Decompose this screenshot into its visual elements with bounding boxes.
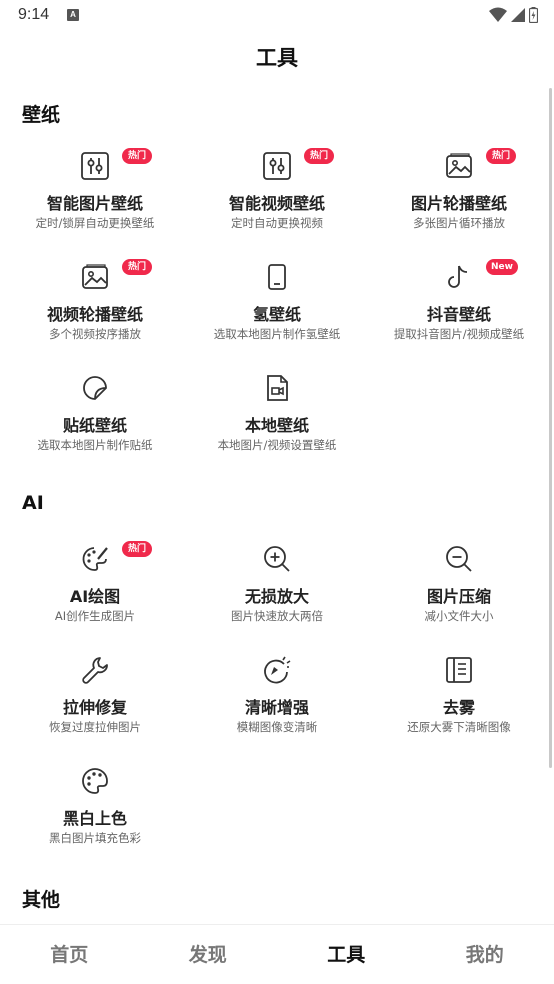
tool-name: 贴纸壁纸	[62, 416, 127, 435]
tool-local-wallpaper[interactable]: 本地壁纸 本地图片/视频设置壁纸	[185, 373, 369, 473]
status-time: 9:14	[18, 6, 50, 23]
battery-icon	[529, 7, 538, 23]
tool-bw-colorize[interactable]: 黑白上色 黑白图片填充色彩	[3, 766, 187, 866]
tool-desc: 多个视频按序播放	[49, 327, 141, 341]
tab-discover[interactable]: 发现	[139, 925, 278, 984]
tiktok-icon	[444, 262, 474, 292]
tool-desc: 提取抖音图片/视频成壁纸	[393, 327, 525, 341]
tab-tools[interactable]: 工具	[277, 925, 416, 984]
tools-scroll-area[interactable]: 壁纸 热门 智能图片壁纸 定时/锁屏自动更换壁纸 热门 智能视频壁纸 定时自动更…	[0, 86, 554, 924]
tool-video-carousel-wallpaper[interactable]: 热门 视频轮播壁纸 多个视频按序播放	[3, 259, 187, 362]
tool-name: 图片压缩	[426, 587, 491, 606]
tool-desc: 还原大雾下清晰图像	[407, 720, 511, 734]
wrench-icon	[80, 655, 110, 685]
tool-image-carousel-wallpaper[interactable]: 热门 图片轮播壁纸 多张图片循环播放	[367, 148, 551, 251]
tool-name: 抖音壁纸	[426, 305, 491, 324]
section-title-wallpaper: 壁纸	[22, 104, 61, 126]
tool-name: 去雾	[442, 698, 475, 717]
sliders-icon	[262, 151, 292, 181]
local-file-icon	[262, 373, 292, 403]
tool-douyin-wallpaper[interactable]: New 抖音壁纸 提取抖音图片/视频成壁纸	[367, 259, 551, 362]
scrollbar[interactable]	[549, 88, 552, 768]
tool-name: 视频轮播壁纸	[46, 305, 143, 324]
tool-dehaze[interactable]: 去雾 还原大雾下清晰图像	[367, 655, 551, 755]
dehaze-icon	[444, 655, 474, 685]
status-bar: 9:14 A	[0, 0, 554, 32]
tool-clarity-enhance[interactable]: 清晰增强 模糊图像变清晰	[185, 655, 369, 755]
tool-name: 拉伸修复	[62, 698, 127, 717]
hot-badge: 热门	[122, 259, 152, 275]
hot-badge: 热门	[122, 541, 152, 557]
tool-desc: 本地图片/视频设置壁纸	[217, 438, 337, 452]
tool-smart-video-wallpaper[interactable]: 热门 智能视频壁纸 定时自动更换视频	[185, 148, 369, 251]
tool-desc: AI创作生成图片	[54, 609, 136, 623]
tool-desc: 减小文件大小	[424, 609, 494, 623]
notification-icon: A	[67, 9, 79, 21]
page-title: 工具	[256, 46, 298, 70]
tool-name: 无损放大	[244, 587, 309, 606]
tab-home[interactable]: 首页	[0, 925, 139, 984]
tool-name: 氢壁纸	[252, 305, 301, 324]
tool-desc: 黑白图片填充色彩	[49, 831, 141, 845]
image-stack-icon	[80, 262, 110, 292]
tool-name: 图片轮播壁纸	[410, 194, 507, 213]
tool-stretch-repair[interactable]: 拉伸修复 恢复过度拉伸图片	[3, 655, 187, 755]
tool-desc: 模糊图像变清晰	[236, 720, 318, 734]
zoom-in-icon	[262, 544, 292, 574]
tool-desc: 选取本地图片制作氢壁纸	[213, 327, 341, 341]
tool-hydrogen-wallpaper[interactable]: 氢壁纸 选取本地图片制作氢壁纸	[185, 262, 369, 362]
status-icons	[489, 7, 538, 23]
phone-icon	[262, 262, 292, 292]
tool-desc: 图片快速放大两倍	[231, 609, 323, 623]
image-stack-icon	[444, 151, 474, 181]
tab-mine[interactable]: 我的	[416, 925, 554, 984]
new-badge: New	[486, 259, 518, 275]
sticker-icon	[80, 373, 110, 403]
palette-icon	[80, 766, 110, 796]
tool-desc: 多张图片循环播放	[413, 216, 505, 230]
wifi-icon	[489, 7, 507, 22]
tool-desc: 恢复过度拉伸图片	[49, 720, 141, 734]
signal-icon	[511, 8, 525, 22]
tool-desc: 选取本地图片制作贴纸	[37, 438, 153, 452]
enhance-icon	[262, 655, 292, 685]
palette-brush-icon	[80, 544, 110, 574]
hot-badge: 热门	[122, 148, 152, 164]
tool-name: 智能图片壁纸	[46, 194, 143, 213]
tool-smart-image-wallpaper[interactable]: 热门 智能图片壁纸 定时/锁屏自动更换壁纸	[3, 148, 187, 251]
tool-image-compress[interactable]: 图片压缩 减小文件大小	[367, 544, 551, 644]
tool-ai-drawing[interactable]: 热门 AI绘图 AI创作生成图片	[3, 541, 187, 644]
hot-badge: 热门	[304, 148, 334, 164]
tool-desc: 定时/锁屏自动更换壁纸	[35, 216, 155, 230]
tool-name: AI绘图	[69, 587, 121, 606]
tool-desc: 定时自动更换视频	[231, 216, 323, 230]
tool-sticker-wallpaper[interactable]: 贴纸壁纸 选取本地图片制作贴纸	[3, 373, 187, 473]
tool-lossless-upscale[interactable]: 无损放大 图片快速放大两倍	[185, 544, 369, 644]
bottom-nav: 首页 发现 工具 我的	[0, 924, 554, 984]
tool-name: 本地壁纸	[244, 416, 309, 435]
section-title-ai: AI	[22, 492, 44, 514]
sliders-icon	[80, 151, 110, 181]
section-title-other: 其他	[22, 889, 61, 911]
zoom-out-icon	[444, 544, 474, 574]
tool-name: 智能视频壁纸	[228, 194, 325, 213]
tool-name: 清晰增强	[244, 698, 309, 717]
tool-name: 黑白上色	[62, 809, 127, 828]
hot-badge: 热门	[486, 148, 516, 164]
